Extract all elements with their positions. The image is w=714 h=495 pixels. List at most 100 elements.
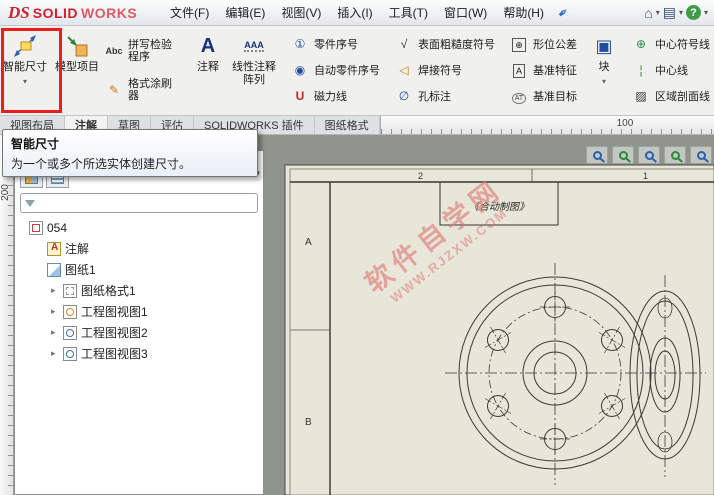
balloon-button[interactable]: ① 零件序号	[286, 31, 384, 57]
weld-symbol-button[interactable]: ◁ 焊接符号	[390, 57, 499, 83]
smart-dimension-button[interactable]: 智能尺寸 ▾	[2, 28, 48, 88]
pin-icon[interactable]: ✒	[554, 3, 573, 22]
format-painter-label: 格式涂刷器	[128, 77, 172, 102]
help-icon[interactable]: ?	[685, 5, 701, 20]
format-painter-button[interactable]: ✎ 格式涂刷器	[100, 70, 182, 109]
zone-col-label: 2	[418, 171, 423, 181]
chevron-down-icon[interactable]: ▾	[704, 8, 708, 17]
note-button[interactable]: A 注释	[188, 28, 228, 74]
menu-file[interactable]: 文件(F)	[162, 2, 217, 24]
tree-item-view2[interactable]: ▸ 工程图视图2	[15, 322, 263, 343]
view1-label: 工程图视图1	[81, 305, 148, 319]
tree-item-root[interactable]: 054	[15, 217, 263, 238]
datum-feature-label: 基准特征	[533, 65, 577, 77]
magnetic-line-label: 磁力线	[314, 91, 347, 103]
menu-window[interactable]: 窗口(W)	[436, 2, 495, 24]
datum-target-button[interactable]: AT 基准目标	[505, 83, 581, 109]
blocks-button[interactable]: ▣ 块 ▾	[587, 28, 621, 88]
tree-item-view1[interactable]: ▸ 工程图视图1	[15, 301, 263, 322]
logo-ds: DS	[8, 2, 30, 22]
centerline-button[interactable]: ¦ 中心线	[627, 57, 714, 83]
menu-bar: DS SOLID WORKS 文件(F) 编辑(E) 视图(V) 插入(I) 工具…	[0, 0, 714, 26]
drawing-doc-icon	[29, 220, 43, 235]
model-items-button[interactable]: 模型项目	[54, 28, 100, 74]
chevron-down-icon[interactable]: ▾	[23, 75, 27, 88]
feature-manager-tree: › 054 注解 图纸1 ▸ 图纸格式1 ▸ 工程图视图1 ▸	[14, 150, 264, 495]
magnetic-line-button[interactable]: U 磁力线	[286, 83, 384, 109]
hole-callout-icon: ∅	[398, 89, 410, 103]
view-heads-up-toolbar	[586, 146, 712, 164]
geometric-tolerance-label: 形位公差	[533, 39, 577, 51]
expand-arrow-icon[interactable]: ▸	[51, 306, 59, 317]
weld-symbol-icon: ◁	[399, 63, 409, 77]
sheet-icon	[47, 262, 61, 277]
menu-tools[interactable]: 工具(T)	[381, 2, 436, 24]
spell-checker-label: 拼写检验程序	[128, 38, 172, 63]
zoom-in-out-icon[interactable]	[638, 146, 660, 164]
ruler-v-label: 200	[0, 184, 11, 201]
horizontal-ruler: 100	[379, 116, 714, 134]
note-label: 注释	[197, 61, 219, 73]
logo-solid: SOLID	[32, 4, 79, 21]
spell-checker-button[interactable]: Abc 拼写检验程序	[100, 31, 182, 70]
hole-callout-button[interactable]: ∅ 孔标注	[390, 83, 499, 109]
filter-input[interactable]	[39, 195, 253, 211]
note-icon: A	[200, 34, 216, 57]
view3-label: 工程图视图3	[81, 347, 148, 361]
expand-arrow-icon[interactable]: ▸	[51, 348, 59, 359]
datum-feature-icon: A	[512, 63, 525, 78]
blocks-icon: ▣	[595, 35, 613, 56]
tree-filter	[20, 193, 258, 213]
expand-arrow-icon[interactable]: ▸	[51, 327, 59, 338]
menu-help[interactable]: 帮助(H)	[495, 2, 552, 24]
model-items-label: 模型项目	[55, 61, 99, 73]
graphics-area[interactable]: 200 2 1 A B 《合动制图》 软件自学网 WWW.RJZXW.COM ›…	[0, 135, 714, 495]
menu-view[interactable]: 视图(V)	[273, 2, 329, 24]
chevron-down-icon[interactable]: ▾	[679, 8, 683, 17]
linear-note-pattern-label: 线性注释阵列	[232, 61, 276, 86]
auto-balloon-icon: ◉	[294, 63, 306, 77]
drawing-view-icon	[63, 346, 77, 361]
geometric-tolerance-button[interactable]: ⊕ 形位公差	[505, 31, 581, 57]
smart-dimension-label: 智能尺寸	[3, 61, 47, 73]
balloon-label: 零件序号	[314, 39, 358, 51]
zone-col-label: 1	[643, 171, 648, 181]
command-manager-ribbon: 智能尺寸 ▾ 模型项目 Abc 拼写检验程序 ✎ 格式涂刷器 A 注释 AAA …	[0, 26, 714, 116]
tree-item-sheet-format[interactable]: ▸ 图纸格式1	[15, 280, 263, 301]
area-hatch-button[interactable]: ▨ 区域剖面线	[627, 83, 714, 109]
area-hatch-label: 区域剖面线	[655, 91, 710, 103]
rotate-view-icon[interactable]	[664, 146, 686, 164]
weld-symbol-label: 焊接符号	[418, 65, 462, 77]
chevron-down-icon[interactable]: ▾	[656, 8, 660, 17]
sheet-format-label: 图纸格式1	[81, 284, 136, 298]
expand-arrow-icon[interactable]: ▸	[51, 285, 59, 296]
sheet-label: 图纸1	[65, 263, 96, 277]
datum-feature-button[interactable]: A 基准特征	[505, 57, 581, 83]
tree-item-annotations[interactable]: 注解	[15, 238, 263, 259]
auto-balloon-label: 自动零件序号	[314, 65, 380, 77]
center-mark-button[interactable]: ⊕ 中心符号线	[627, 31, 714, 57]
center-mark-icon: ⊕	[635, 37, 647, 51]
menu-edit[interactable]: 编辑(E)	[217, 2, 273, 24]
hole-callout-label: 孔标注	[418, 91, 451, 103]
surface-finish-label: 表面粗糙度符号	[418, 39, 495, 51]
area-hatch-icon: ▨	[635, 89, 647, 103]
solidworks-logo: DS SOLID WORKS	[0, 3, 162, 23]
pan-icon[interactable]	[690, 146, 712, 164]
surface-finish-button[interactable]: √ 表面粗糙度符号	[390, 31, 499, 57]
zoom-area-icon[interactable]	[612, 146, 634, 164]
linear-note-pattern-button[interactable]: AAA 线性注释阵列	[228, 28, 280, 87]
tree-item-view3[interactable]: ▸ 工程图视图3	[15, 343, 263, 364]
menu-insert[interactable]: 插入(I)	[329, 2, 380, 24]
view-settings-icon[interactable]: ▤	[663, 4, 676, 21]
smart-dimension-icon	[12, 31, 38, 61]
centerline-icon: ¦	[639, 63, 643, 77]
zoom-fit-icon[interactable]	[586, 146, 608, 164]
title-note-text: 《合动制图》	[469, 201, 529, 213]
drawing-view-icon	[63, 304, 77, 319]
chevron-down-icon[interactable]: ▾	[602, 75, 606, 88]
auto-balloon-button[interactable]: ◉ 自动零件序号	[286, 57, 384, 83]
tree-item-sheet[interactable]: 图纸1	[15, 259, 263, 280]
home-icon[interactable]: ⌂	[644, 5, 652, 21]
tab-sheet-format[interactable]: 图纸格式	[315, 116, 380, 134]
